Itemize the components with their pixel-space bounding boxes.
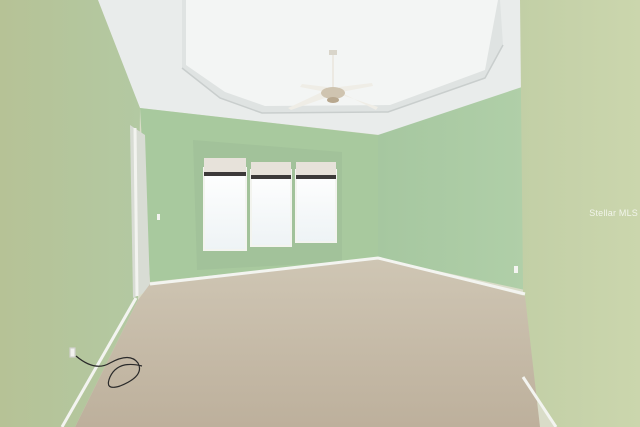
window-center — [250, 162, 292, 247]
wall-outlet — [514, 266, 518, 273]
wall-outlet — [157, 214, 160, 220]
window-left — [203, 158, 247, 251]
room-photo — [0, 0, 640, 427]
window-right — [295, 162, 337, 243]
watermark-text: Stellar MLS — [589, 208, 638, 218]
